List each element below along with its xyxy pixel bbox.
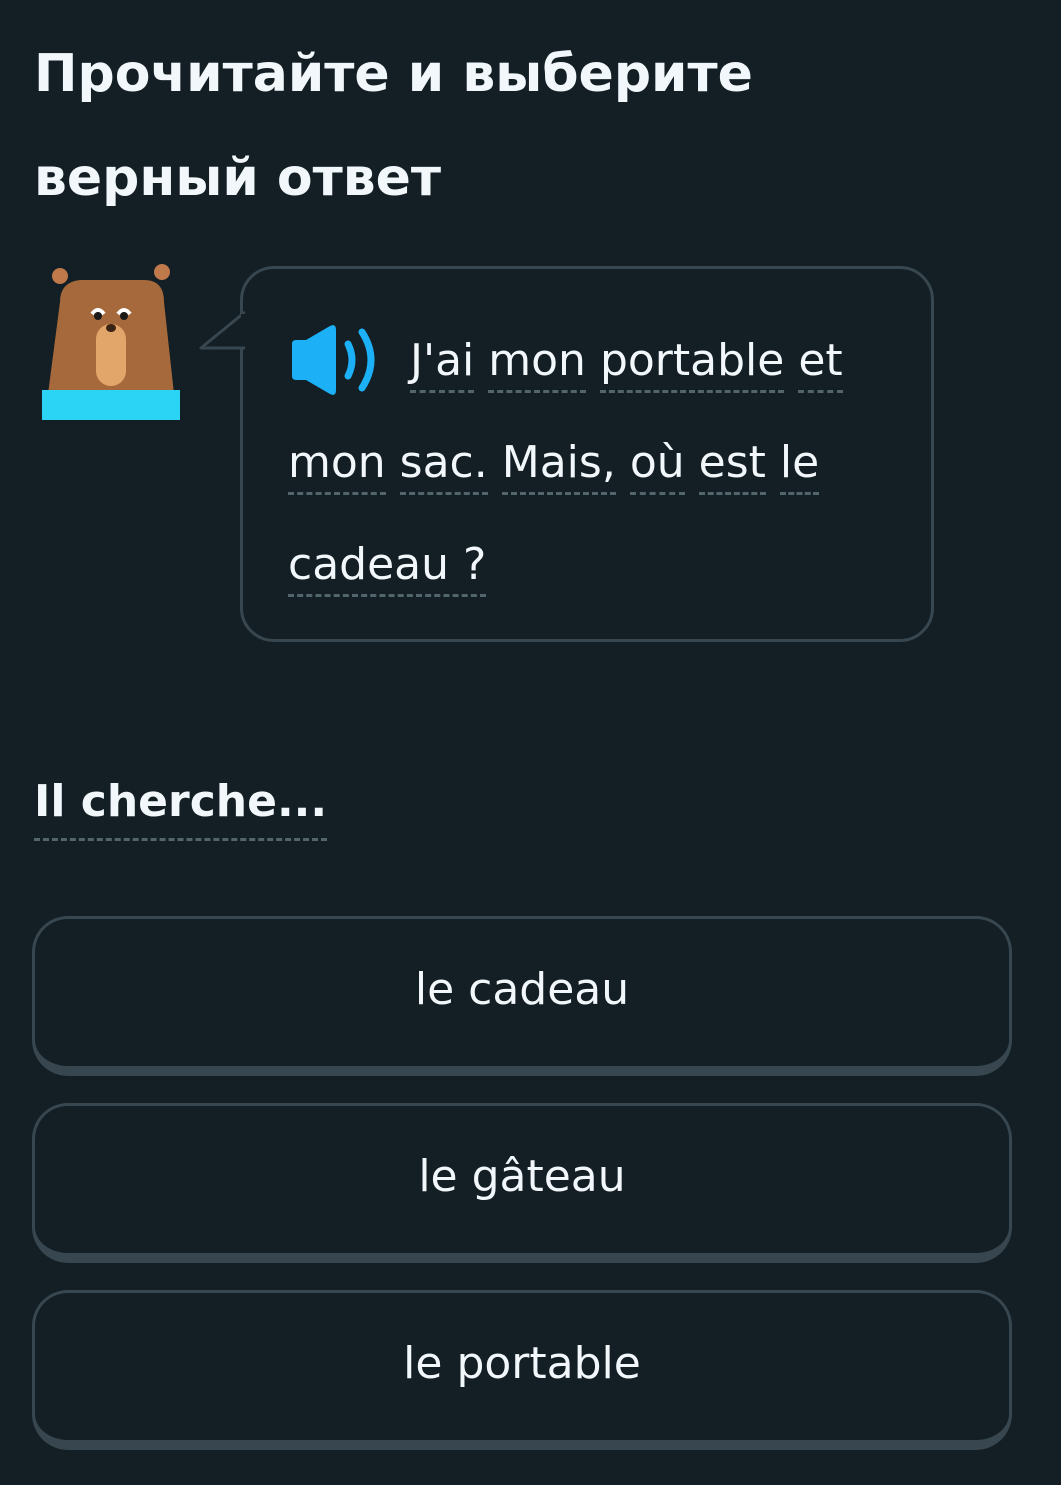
speech-bubble-tail	[199, 310, 245, 350]
page-title: Прочитайте и выберите верный ответ	[34, 44, 753, 208]
answer-options: le cadeau le gâteau le portable	[32, 916, 1012, 1477]
word-mon[interactable]: mon	[488, 335, 586, 393]
word-ou[interactable]: où	[629, 437, 685, 495]
option-le-gateau[interactable]: le gâteau	[32, 1103, 1012, 1263]
word-jai[interactable]: J'ai	[410, 335, 475, 393]
word-mon-2[interactable]: mon	[288, 437, 386, 495]
word-sac[interactable]: sac.	[399, 437, 488, 495]
bubble-sentence: J'ai mon portable et mon sac. Mais, où e…	[288, 310, 908, 616]
word-et[interactable]: et	[798, 335, 843, 393]
option-le-portable[interactable]: le portable	[32, 1290, 1012, 1450]
bear-character-icon	[40, 262, 182, 424]
option-le-cadeau[interactable]: le cadeau	[32, 916, 1012, 1076]
word-le[interactable]: le	[779, 437, 820, 495]
word-portable[interactable]: portable	[599, 335, 785, 393]
question-prompt[interactable]: Il cherche...	[34, 770, 328, 841]
word-est[interactable]: est	[698, 437, 766, 495]
word-mais[interactable]: Mais,	[501, 437, 616, 495]
word-cadeau[interactable]: cadeau ?	[288, 539, 487, 597]
